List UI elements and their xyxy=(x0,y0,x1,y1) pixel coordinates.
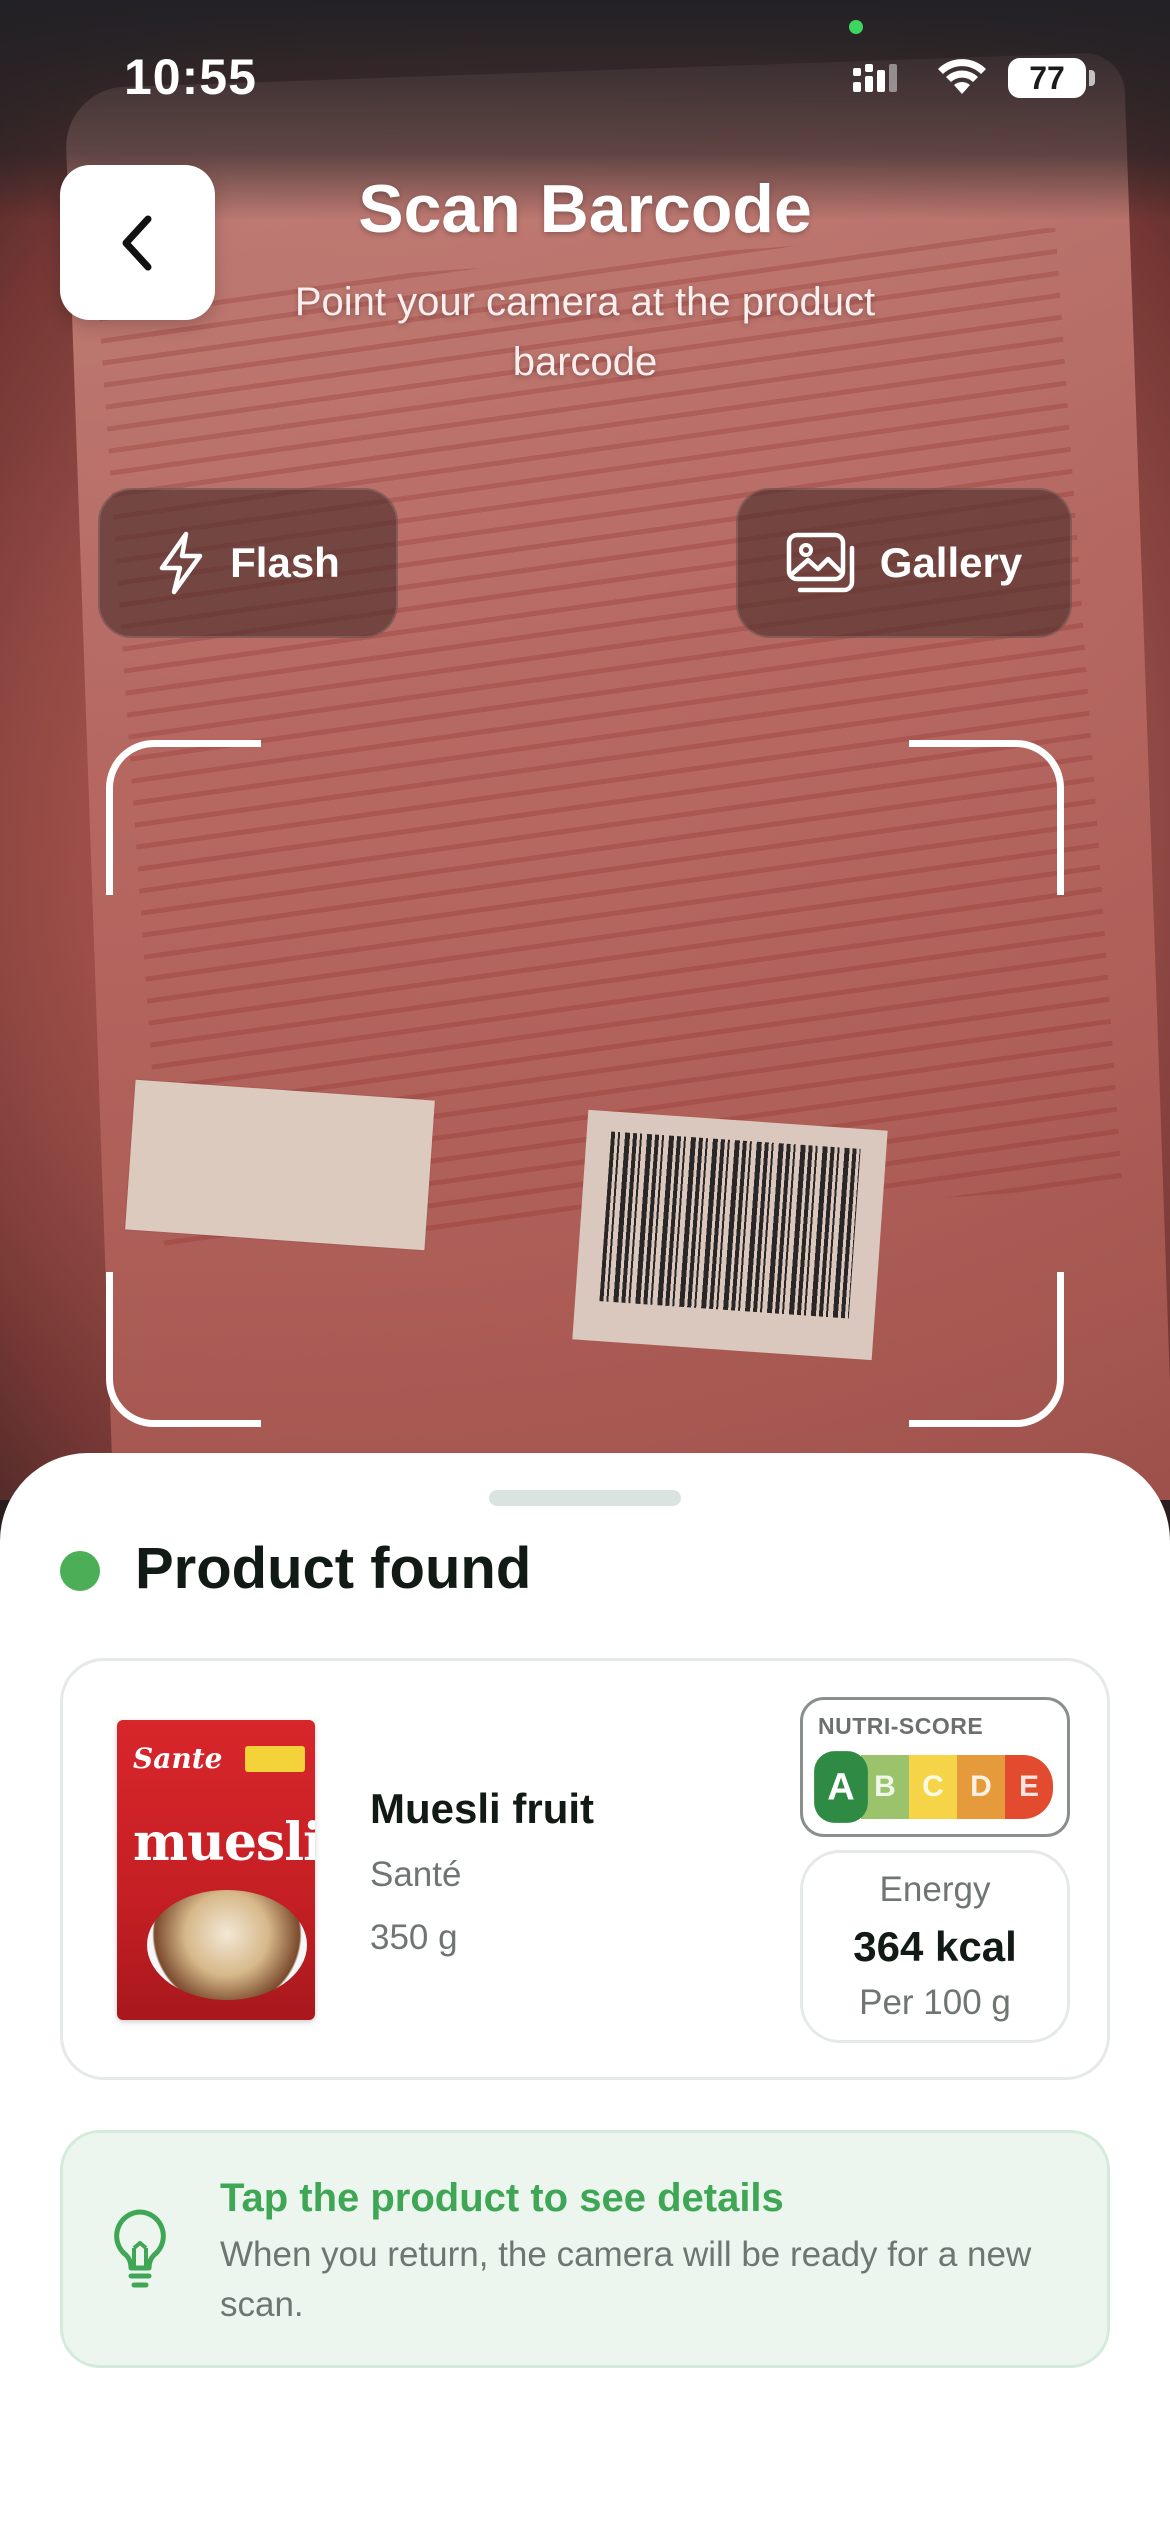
signal-icon xyxy=(853,64,897,92)
flash-label: Flash xyxy=(230,539,340,586)
sheet-grabber[interactable] xyxy=(489,1490,681,1506)
chevron-left-icon xyxy=(122,215,151,270)
product-image-badge xyxy=(245,1746,305,1772)
gallery-label: Gallery xyxy=(879,539,1023,586)
gallery-button[interactable]: Gallery xyxy=(736,488,1072,638)
battery-cap xyxy=(1089,70,1095,86)
result-status-title: Product found xyxy=(135,1536,532,1601)
back-button[interactable] xyxy=(60,165,215,320)
viewfinder-corner-bottom-left xyxy=(106,1272,261,1427)
hint-body: When you return, the camera will be read… xyxy=(220,2235,1032,2324)
image-icon xyxy=(786,532,855,593)
status-dot xyxy=(60,1551,100,1591)
lightbulb-icon xyxy=(114,2209,166,2288)
nutri-grade-d: D xyxy=(957,1755,1005,1819)
page-subtitle: Point your camera at the product barcode xyxy=(294,280,876,384)
status-bar: 10:55 77 xyxy=(0,0,1170,150)
wifi-icon xyxy=(938,59,986,94)
nutri-grade-b: B xyxy=(861,1755,909,1819)
product-image-bowl xyxy=(147,1890,307,2000)
product-image-brand: Sante xyxy=(133,1742,223,1775)
product-image-name: muesli xyxy=(133,1812,315,1873)
nutri-grade-c: C xyxy=(909,1755,957,1819)
energy-value: 364 kcal xyxy=(853,1923,1017,1970)
status-time: 10:55 xyxy=(124,49,257,105)
nutri-grade-a: A xyxy=(814,1751,868,1823)
battery-level: 77 xyxy=(1029,59,1065,96)
product-brand: Santé xyxy=(370,1855,462,1894)
product-name: Muesli fruit xyxy=(370,1785,595,1832)
viewfinder-corner-top-left xyxy=(106,740,261,895)
flash-button[interactable]: Flash xyxy=(98,488,398,638)
camera-in-use-indicator xyxy=(849,20,863,34)
battery-indicator: 77 xyxy=(1008,58,1086,98)
page-title: Scan Barcode xyxy=(358,171,812,247)
hint-title: Tap the product to see details xyxy=(220,2176,784,2220)
viewfinder-corner-top-right xyxy=(909,740,1064,895)
energy-label: Energy xyxy=(879,1870,991,1909)
product-image[interactable]: Sante muesli xyxy=(117,1720,315,2020)
energy-unit: Per 100 g xyxy=(859,1983,1011,2022)
viewfinder-corner-bottom-right xyxy=(909,1272,1064,1427)
product-weight: 350 g xyxy=(370,1918,458,1957)
lightning-icon xyxy=(159,531,203,595)
nutri-score-label: NUTRI-SCORE xyxy=(818,1713,984,1739)
nutri-score-scale: A B C D E xyxy=(814,1751,1053,1823)
